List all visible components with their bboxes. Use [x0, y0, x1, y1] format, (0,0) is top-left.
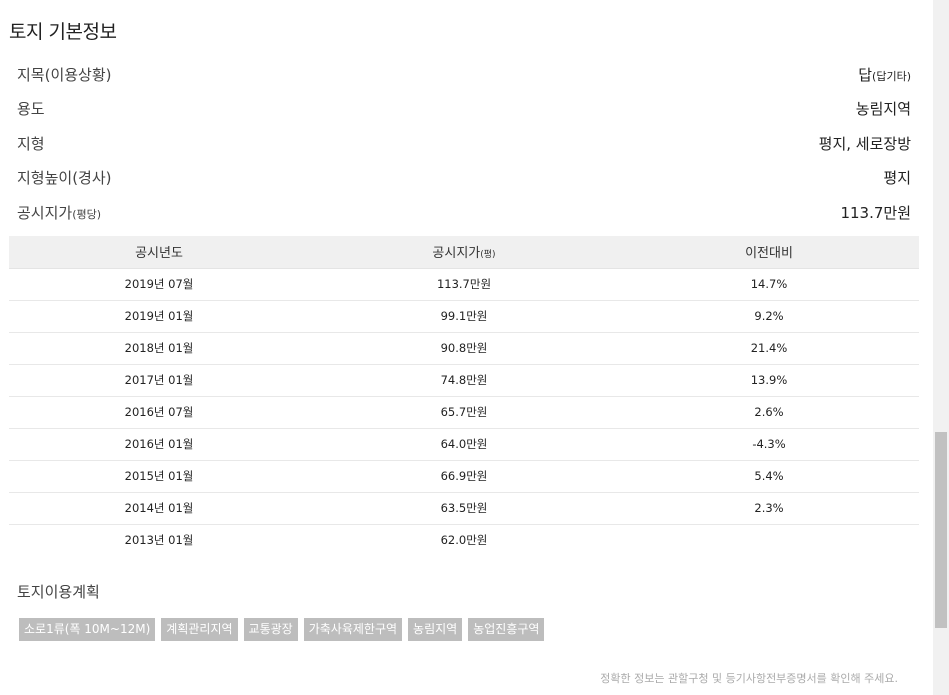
cell-year: 2018년 01월	[9, 332, 309, 365]
info-label-yongdo: 용도	[17, 100, 45, 118]
table-header-row: 공시년도 공시지가(평) 이전대비	[9, 236, 919, 269]
info-row-jihyeong: 지형 평지, 세로장방	[17, 133, 911, 153]
info-value-nopi: 평지	[883, 169, 911, 187]
vertical-scrollbar[interactable]	[933, 0, 949, 695]
table-row: 2014년 01월 63.5만원 2.3%	[9, 492, 919, 525]
cell-change: 2.6%	[619, 396, 919, 429]
cell-price: 63.5만원	[309, 492, 619, 525]
price-table-body: 2019년 07월 113.7만원 14.7% 2019년 01월 99.1만원 9.2%…	[9, 268, 919, 556]
header-year: 공시년도	[9, 236, 309, 269]
table-row: 2013년 01월 62.0만원	[9, 524, 919, 556]
footnote: 정확한 정보는 관할구청 및 등기사항전부증명서를 확인해 주세요.	[600, 672, 898, 685]
cell-price: 66.9만원	[309, 460, 619, 493]
table-row: 2018년 01월 90.8만원 21.4%	[9, 332, 919, 365]
header-change: 이전대비	[619, 236, 919, 269]
cell-year: 2016년 07월	[9, 396, 309, 429]
cell-price: 90.8만원	[309, 332, 619, 365]
land-use-tag: 계획관리지역	[161, 618, 238, 641]
info-label-jihyeong: 지형	[17, 135, 45, 153]
info-value-price: 113.7만원	[840, 204, 911, 222]
land-use-plan-title: 토지이용계획	[17, 583, 100, 601]
cell-year: 2019년 01월	[9, 300, 309, 333]
cell-change: -4.3%	[619, 428, 919, 461]
cell-change: 2.3%	[619, 492, 919, 525]
land-use-tag: 가축사육제한구역	[303, 618, 403, 641]
info-row-price: 공시지가(평당) 113.7만원	[17, 202, 911, 222]
scrollbar-thumb[interactable]	[935, 432, 947, 628]
table-row: 2019년 01월 99.1만원 9.2%	[9, 300, 919, 333]
table-row: 2016년 01월 64.0만원 -4.3%	[9, 428, 919, 461]
cell-year: 2014년 01월	[9, 492, 309, 525]
land-info-panel: 토지 기본정보 지목(이용상황) 답(답기타) 용도 농림지역 지형 평지, 세…	[0, 0, 933, 695]
table-row: 2015년 01월 66.9만원 5.4%	[9, 460, 919, 493]
cell-price: 99.1만원	[309, 300, 619, 333]
info-row-yongdo: 용도 농림지역	[17, 98, 911, 118]
cell-price: 113.7만원	[309, 268, 619, 301]
cell-price: 65.7만원	[309, 396, 619, 429]
cell-price: 74.8만원	[309, 364, 619, 397]
land-use-tag: 교통광장	[243, 618, 298, 641]
cell-change: 5.4%	[619, 460, 919, 493]
cell-price: 62.0만원	[440, 533, 488, 548]
land-use-tag: 농업진흥구역	[468, 618, 545, 641]
info-label-nopi: 지형높이(경사)	[17, 169, 112, 187]
info-value-yongdo: 농림지역	[855, 100, 911, 118]
info-label-price: 공시지가(평당)	[17, 204, 102, 222]
info-value-jihyeong: 평지, 세로장방	[818, 135, 911, 153]
land-use-tag: 농림지역	[408, 618, 463, 641]
table-row: 2017년 01월 74.8만원 13.9%	[9, 364, 919, 397]
cell-year: 2015년 01월	[9, 460, 309, 493]
cell-change: 13.9%	[619, 364, 919, 397]
price-history-table: 공시년도 공시지가(평) 이전대비 2019년 07월 113.7만원 14.7% 2…	[9, 236, 919, 556]
cell-change	[619, 524, 919, 556]
cell-change: 21.4%	[619, 332, 919, 365]
table-row: 2016년 07월 65.7만원 2.6%	[9, 396, 919, 429]
cell-year: 2017년 01월	[9, 364, 309, 397]
section-title: 토지 기본정보	[9, 21, 117, 43]
cell-year: 2019년 07월	[9, 268, 309, 301]
cell-year: 2016년 01월	[9, 428, 309, 461]
cell-change: 14.7%	[619, 268, 919, 301]
cell-change: 9.2%	[619, 300, 919, 333]
header-price: 공시지가(평)	[309, 236, 619, 269]
info-label-jimok: 지목(이용상황)	[17, 66, 112, 84]
land-use-tag: 소로1류(폭 10M~12M)	[19, 618, 156, 641]
info-row-nopi: 지형높이(경사) 평지	[17, 167, 911, 187]
table-row: 2019년 07월 113.7만원 14.7%	[9, 268, 919, 301]
info-row-jimok: 지목(이용상황) 답(답기타)	[17, 64, 911, 84]
cell-year: 2013년 01월	[124, 533, 194, 548]
cell-price: 64.0만원	[309, 428, 619, 461]
info-value-jimok: 답(답기타)	[858, 66, 911, 84]
land-use-plan-tags: 소로1류(폭 10M~12M) 계획관리지역 교통광장 가축사육제한구역 농림지역 농업진…	[19, 618, 545, 641]
